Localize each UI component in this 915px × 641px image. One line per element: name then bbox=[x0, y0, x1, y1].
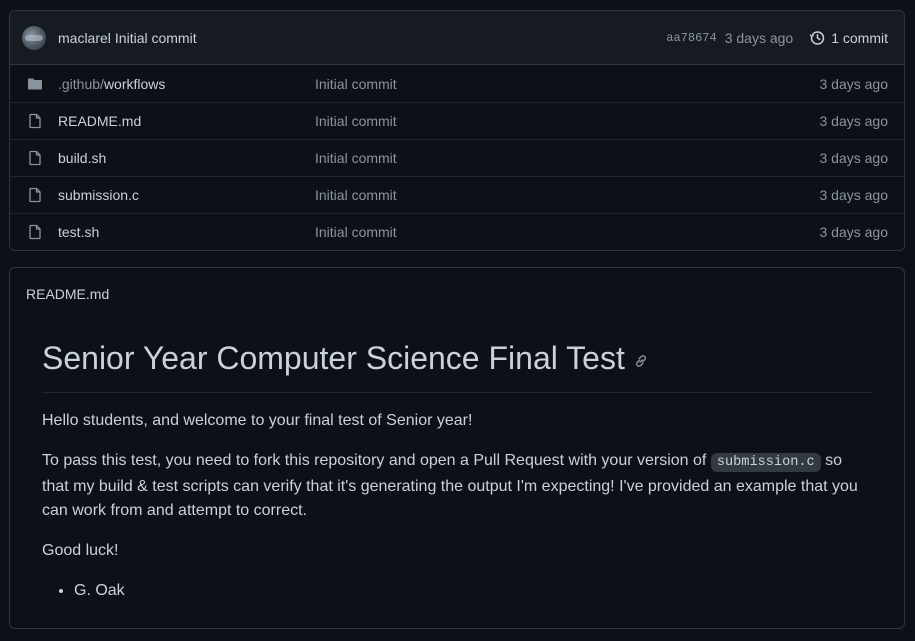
commit-history-link[interactable]: 1 commit bbox=[809, 30, 888, 46]
file-row[interactable]: .github/workflows Initial commit 3 days ag… bbox=[10, 65, 904, 102]
file-browser: maclarel Initial commit aa78674 3 days a… bbox=[9, 10, 905, 251]
file-list: .github/workflows Initial commit 3 days ag… bbox=[10, 65, 904, 250]
commit-sha[interactable]: aa78674 bbox=[666, 31, 716, 45]
file-commit-time: 3 days ago bbox=[819, 187, 889, 203]
folder-icon bbox=[26, 76, 44, 92]
commit-message[interactable]: Initial commit bbox=[115, 30, 197, 46]
file-name-link[interactable]: submission.c bbox=[58, 187, 315, 203]
file-name-text: submission.c bbox=[58, 187, 139, 203]
readme-paragraph-2: To pass this test, you need to fork this… bbox=[42, 449, 872, 523]
file-row[interactable]: build.sh Initial commit 3 days ago bbox=[10, 139, 904, 176]
file-commit-message[interactable]: Initial commit bbox=[315, 187, 820, 203]
readme-body: Senior Year Computer Science Final Test … bbox=[10, 320, 904, 603]
list-item: G. Oak bbox=[74, 579, 872, 603]
readme-filename[interactable]: README.md bbox=[26, 286, 109, 302]
file-name-text: build.sh bbox=[58, 150, 107, 166]
readme-panel: README.md Senior Year Computer Science F… bbox=[9, 267, 905, 629]
commit-count: 1 commit bbox=[831, 29, 888, 46]
file-commit-time: 3 days ago bbox=[819, 75, 889, 92]
readme-title: Senior Year Computer Science Final Test bbox=[42, 338, 872, 393]
link-icon[interactable] bbox=[633, 353, 649, 369]
readme-header: README.md bbox=[10, 268, 904, 320]
file-commit-time: 3 days ago bbox=[819, 224, 889, 240]
file-name-text: workflows bbox=[103, 75, 166, 92]
file-commit-time: 3 days ago bbox=[819, 113, 889, 129]
file-name-text: test.sh bbox=[58, 224, 100, 240]
readme-paragraph-3: Good luck! bbox=[42, 542, 119, 559]
file-icon bbox=[26, 150, 44, 166]
file-row[interactable]: submission.c Initial commit 3 days ago bbox=[10, 176, 904, 213]
file-commit-message[interactable]: Initial commit bbox=[315, 76, 820, 92]
commit-author[interactable]: maclarel bbox=[58, 30, 111, 46]
latest-commit-bar: maclarel Initial commit aa78674 3 days a… bbox=[10, 11, 904, 65]
file-icon bbox=[26, 187, 44, 203]
file-name-link[interactable]: .github/workflows bbox=[58, 76, 315, 92]
commit-time: 3 days ago bbox=[724, 29, 794, 46]
file-commit-message[interactable]: Initial commit bbox=[315, 150, 820, 166]
file-name-link[interactable]: test.sh bbox=[58, 224, 315, 240]
inline-code: submission.c bbox=[710, 453, 821, 472]
readme-title-text: Senior Year Computer Science Final Test bbox=[42, 340, 625, 376]
file-icon bbox=[26, 224, 44, 240]
file-name-link[interactable]: build.sh bbox=[58, 150, 315, 166]
file-row[interactable]: test.sh Initial commit 3 days ago bbox=[10, 213, 904, 250]
history-icon bbox=[809, 30, 825, 45]
paragraph-2-text-before: To pass this test, you need to fork this… bbox=[42, 452, 711, 469]
file-commit-time: 3 days ago bbox=[819, 150, 889, 166]
file-row[interactable]: README.md Initial commit 3 days ago bbox=[10, 102, 904, 139]
file-name-text: README.md bbox=[58, 113, 142, 129]
file-name-prefix: .github/ bbox=[58, 75, 104, 92]
file-name-link[interactable]: README.md bbox=[58, 113, 315, 129]
file-commit-message[interactable]: Initial commit bbox=[315, 224, 820, 240]
file-icon bbox=[26, 113, 44, 129]
file-commit-message[interactable]: Initial commit bbox=[315, 113, 820, 129]
readme-paragraph-1: Hello students, and welcome to your fina… bbox=[42, 412, 473, 429]
avatar[interactable] bbox=[22, 25, 46, 50]
readme-list: G. Oak bbox=[42, 579, 872, 603]
